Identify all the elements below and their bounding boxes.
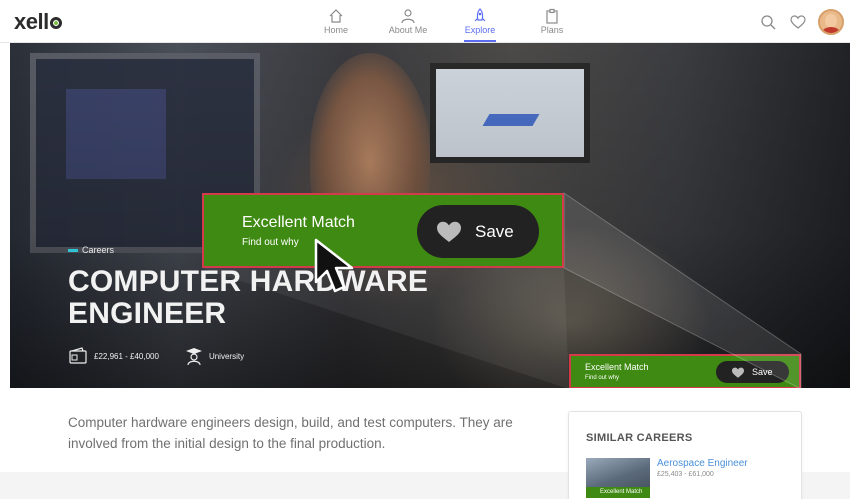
match-bar: Excellent Match Find out why Save (569, 354, 801, 389)
career-stats: £22,961 - £40,000 University (68, 346, 270, 366)
breadcrumb-marker (68, 248, 78, 252)
nav-label-explore: Explore (464, 25, 496, 35)
home-icon (329, 9, 343, 23)
similar-career-name[interactable]: Aerospace Engineer (657, 458, 748, 469)
clipboard-icon (546, 8, 558, 24)
similar-careers-heading: SIMILAR CAREERS (586, 432, 693, 444)
nav-label-home: Home (323, 25, 348, 35)
similar-careers-card: SIMILAR CAREERS Excellent Match Aerospac… (568, 411, 802, 499)
nav-label-plans: Plans (540, 25, 564, 35)
heart-icon (790, 14, 806, 29)
similar-career-thumbnail[interactable]: Excellent Match (586, 458, 650, 498)
save-button-magnified-label: Save (475, 221, 514, 241)
person-icon (401, 9, 415, 24)
match-title-magnified: Excellent Match (242, 214, 355, 231)
nav-item-home[interactable]: Home (300, 4, 372, 42)
logo-o-mark (49, 17, 62, 29)
search-icon (761, 14, 776, 29)
salary-range: £22,961 - £40,000 (94, 351, 159, 361)
nav-item-explore[interactable]: Explore (444, 4, 516, 42)
save-button[interactable]: Save (716, 361, 789, 383)
logo-text: xell (14, 9, 49, 34)
similar-career-match-tag: Excellent Match (586, 487, 650, 498)
save-button-label: Save (752, 367, 773, 377)
rocket-icon (474, 8, 486, 22)
page-title: COMPUTER HARDWARE ENGINEER (68, 265, 429, 330)
education-stat: University (185, 346, 244, 366)
find-out-why-link-magnified[interactable]: Find out why (242, 237, 299, 248)
match-title: Excellent Match (585, 362, 649, 372)
avatar[interactable] (818, 8, 844, 35)
career-description: Computer hardware engineers design, buil… (68, 415, 513, 451)
graduate-icon (185, 348, 202, 366)
nav-label-about-me: About Me (388, 25, 428, 35)
similar-career-salary: £25,403 - £61,000 (657, 471, 714, 478)
wallet-icon (69, 347, 87, 364)
favorites-button[interactable] (784, 8, 812, 36)
salary-stat: £22,961 - £40,000 (68, 346, 159, 366)
education-level: University (208, 351, 245, 361)
main-nav: Home About Me Explore Plans (300, 4, 588, 42)
top-navigation-bar: xell Home About Me Explore Plans (0, 0, 850, 43)
breadcrumb-label: Careers (82, 245, 115, 255)
breadcrumb[interactable]: Careers (68, 245, 114, 255)
nav-item-about-me[interactable]: About Me (372, 4, 444, 42)
save-button-magnified[interactable]: Save (417, 205, 539, 258)
search-button[interactable] (754, 8, 782, 36)
nav-item-plans[interactable]: Plans (516, 4, 588, 42)
xello-logo[interactable]: xell (14, 9, 62, 35)
heart-filled-icon (437, 221, 461, 242)
mouse-cursor-icon (314, 238, 354, 293)
heart-filled-icon (732, 367, 744, 378)
find-out-why-link[interactable]: Find out why (585, 375, 619, 381)
match-bar-magnified: Excellent Match Find out why Save (202, 193, 564, 268)
header-actions (754, 0, 850, 43)
